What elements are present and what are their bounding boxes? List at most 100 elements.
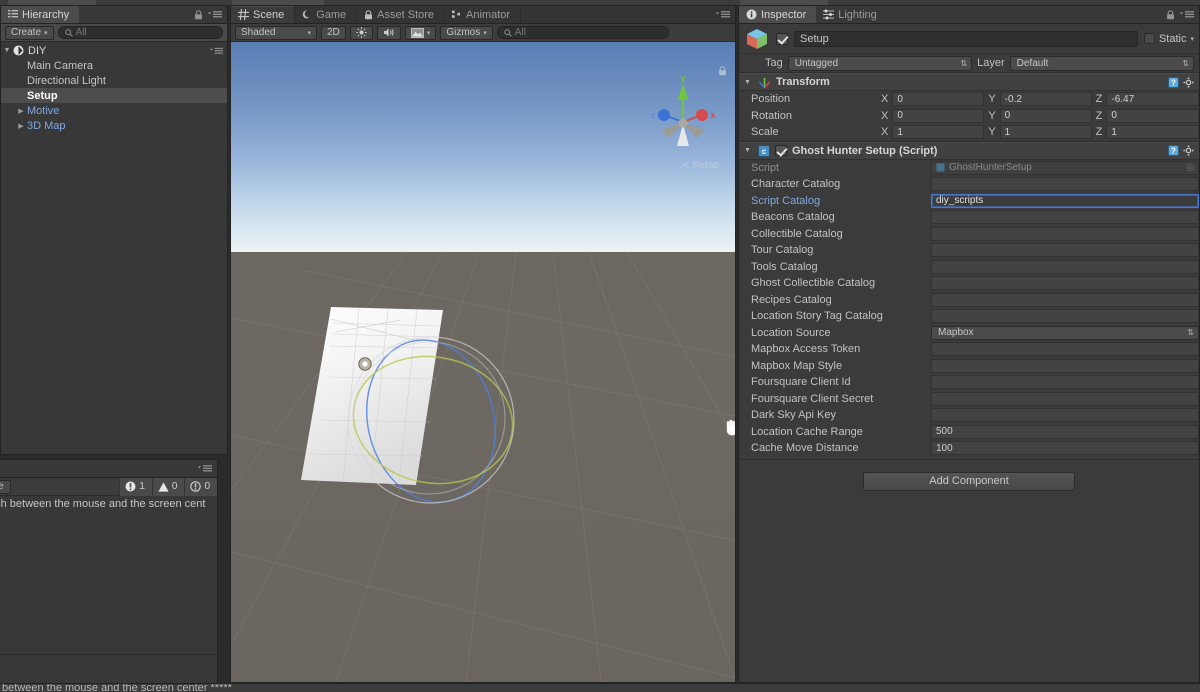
gizmos-dropdown[interactable]: Gizmos ▾ (440, 25, 493, 40)
position-x-input[interactable]: 0 (892, 92, 985, 107)
scale-y-input[interactable]: 1 (999, 125, 1092, 140)
property-input-collectible-catalog[interactable] (931, 226, 1199, 241)
hierarchy-search-input[interactable]: All (57, 26, 223, 39)
scene-row-menu-icon[interactable] (210, 47, 223, 55)
script-foldout-icon[interactable]: ▼ (742, 147, 753, 154)
property-dropdown-location-source[interactable]: Mapbox ⇅ (931, 325, 1199, 340)
2d-toggle-button[interactable]: 2D (321, 25, 346, 40)
tab-asset-store[interactable]: Asset Store (357, 6, 446, 23)
inspector-tab-actions (1166, 6, 1199, 23)
property-input-recipes-catalog[interactable] (931, 292, 1199, 307)
panel-menu-icon[interactable] (1180, 10, 1194, 19)
hierarchy-item-directional-light[interactable]: Directional Light (1, 73, 227, 88)
script-enabled-checkbox[interactable] (775, 145, 787, 156)
property-input-cache-move-distance[interactable]: 100 (931, 441, 1199, 456)
lock-icon[interactable] (194, 9, 203, 20)
clear-button-label: e (0, 481, 4, 492)
effects-toggle-button[interactable]: ▾ (404, 25, 437, 40)
hierarchy-item-diy[interactable]: ▼ DIY (1, 43, 227, 58)
console-message[interactable]: nch between the mouse and the screen cen… (0, 496, 217, 512)
scene-lock-icon[interactable] (718, 66, 727, 76)
hierarchy-item-setup[interactable]: Setup (1, 88, 227, 103)
gameobject-name-value: Setup (800, 32, 829, 45)
scene-viewport[interactable]: y x z ≺ Persp (231, 42, 735, 682)
position-y-input[interactable]: -0.2 (999, 92, 1092, 107)
tab-hierarchy[interactable]: Hierarchy (1, 6, 80, 23)
transform-vector-fields: X1Y1Z1 (881, 125, 1199, 140)
console-message-list[interactable]: nch between the mouse and the screen cen… (0, 496, 217, 654)
property-input-dark-sky-api-key[interactable] (931, 408, 1199, 423)
tab-inspector[interactable]: Inspector (739, 6, 817, 23)
tab-scene[interactable]: Scene (231, 6, 296, 23)
gear-icon[interactable] (1183, 76, 1194, 88)
hierarchy-item-3d-map[interactable]: ▶ 3D Map (1, 118, 227, 133)
property-input-script-catalog[interactable]: diy_scripts (931, 193, 1199, 208)
scale-z-input[interactable]: 1 (1106, 125, 1199, 140)
draw-mode-dropdown[interactable]: Shaded ▾ (235, 25, 317, 40)
clear-button[interactable]: e (0, 479, 11, 494)
hierarchy-tree: ▼ DIY Main Camera Directional Light Setup ▶ Mo… (1, 42, 227, 133)
object-picker-icon[interactable]: ◎ (1186, 162, 1194, 173)
help-icon[interactable]: ? (1168, 76, 1179, 88)
selected-object-quad[interactable] (231, 42, 735, 682)
property-input-character-catalog[interactable] (931, 177, 1199, 192)
property-input-beacons-catalog[interactable] (931, 210, 1199, 225)
chevron-right-icon[interactable]: ▶ (15, 122, 27, 130)
rotation-z-input[interactable]: 0 (1106, 108, 1199, 123)
property-input-script[interactable]: GhostHunterSetup ◎ (931, 160, 1199, 175)
tab-animator[interactable]: Animator (445, 6, 522, 23)
status-bar[interactable]: between the mouse and the screen center … (0, 683, 1200, 692)
hierarchy-item-motive[interactable]: ▶ Motive (1, 103, 227, 118)
property-input-location-cache-range[interactable]: 500 (931, 424, 1199, 439)
property-field-wrap (931, 243, 1199, 258)
static-toggle[interactable]: Static ▾ (1143, 33, 1194, 45)
rotation-x-input[interactable]: 0 (892, 108, 985, 123)
tag-dropdown[interactable]: Untagged ⇅ (787, 55, 973, 71)
property-input-tour-catalog[interactable] (931, 243, 1199, 258)
gear-icon[interactable] (1183, 145, 1194, 156)
position-z-input[interactable]: -6.47 (1106, 92, 1199, 107)
chevron-down-icon[interactable]: ▼ (1, 47, 13, 54)
tab-lighting[interactable]: Lighting (816, 6, 887, 23)
property-input-location-story-tag-catalog[interactable] (931, 309, 1199, 324)
help-icon[interactable]: ? (1168, 145, 1179, 156)
scale-x-input[interactable]: 1 (892, 125, 985, 140)
property-input-foursquare-client-secret[interactable] (931, 391, 1199, 406)
scene-search-input[interactable]: All (496, 26, 669, 39)
transform-component-header[interactable]: ▼ Transform ? (739, 73, 1199, 91)
property-row-recipes-catalog: Recipes Catalog (739, 292, 1199, 309)
property-input-ghost-collectible-catalog[interactable] (931, 276, 1199, 291)
rotation-y-input[interactable]: 0 (999, 108, 1092, 123)
axis-label-y: Y (988, 109, 996, 122)
property-input-mapbox-access-token[interactable] (931, 342, 1199, 357)
property-input-mapbox-map-style[interactable] (931, 358, 1199, 373)
console-menu-icon[interactable] (198, 464, 212, 473)
panel-menu-icon[interactable] (208, 10, 222, 19)
transform-z-group: Z1 (1096, 125, 1199, 140)
script-component-header[interactable]: ▼ c Ghost Hunter Setup (Script) ? (739, 141, 1199, 160)
property-row-foursquare-client-id: Foursquare Client Id (739, 374, 1199, 391)
lock-icon[interactable] (1166, 9, 1175, 20)
static-checkbox[interactable] (1143, 33, 1155, 44)
hierarchy-item-main-camera[interactable]: Main Camera (1, 58, 227, 73)
chevron-right-icon[interactable]: ▶ (15, 107, 27, 115)
warning-count[interactable]: 0 (151, 477, 185, 496)
property-field-wrap (931, 309, 1199, 324)
lighting-toggle-button[interactable] (349, 25, 373, 40)
property-input-foursquare-client-id[interactable] (931, 375, 1199, 390)
transform-x-group: X0 (881, 92, 985, 107)
projection-mode-label[interactable]: ≺ Persp (681, 160, 719, 171)
layer-dropdown[interactable]: Default ⇅ (1009, 55, 1194, 71)
gameobject-name-input[interactable]: Setup (794, 30, 1138, 47)
transform-foldout-icon[interactable]: ▼ (742, 79, 753, 86)
property-input-tools-catalog[interactable] (931, 259, 1199, 274)
create-button[interactable]: Create ▾ (5, 25, 54, 40)
gameobject-enabled-checkbox[interactable] (776, 32, 788, 45)
chevron-down-icon[interactable]: ▾ (1190, 35, 1194, 43)
add-component-button[interactable]: Add Component (863, 471, 1075, 491)
panel-menu-icon[interactable] (716, 10, 730, 19)
log-count[interactable]: 0 (184, 477, 217, 496)
error-count[interactable]: 1 (119, 477, 152, 496)
audio-toggle-button[interactable] (376, 25, 401, 40)
tab-game[interactable]: Game (295, 6, 358, 23)
